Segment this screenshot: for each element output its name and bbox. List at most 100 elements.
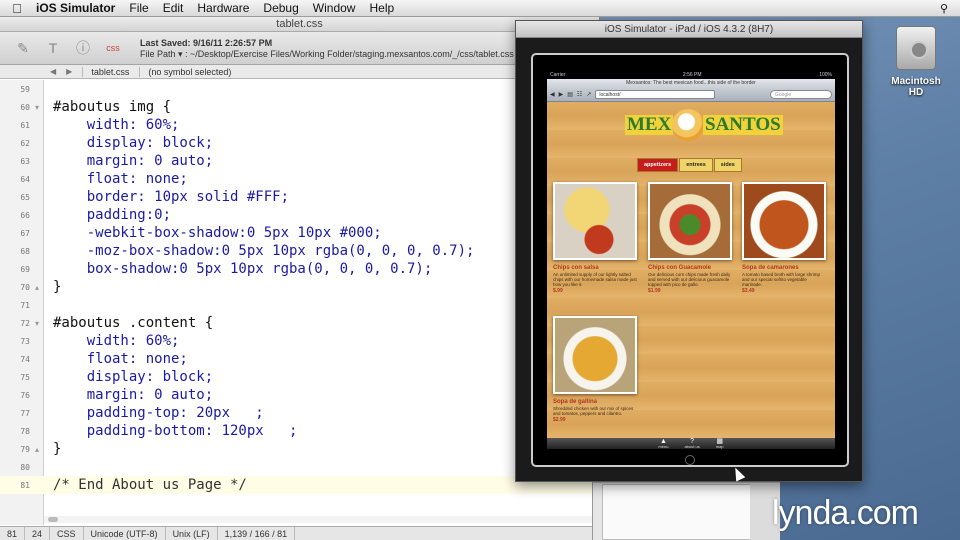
info-icon[interactable]: ⓘ [72,38,94,58]
editor-navbar: ◀ ▶ tablet.css (no symbol selected) [0,65,599,79]
line-number: 71 [20,300,30,310]
menu-debug[interactable]: Debug [256,0,305,17]
status-encoding[interactable]: Unicode (UTF-8) [84,526,166,540]
nav-file[interactable]: tablet.css [82,66,129,77]
bookmarks-icon[interactable]: ☷ [577,91,582,98]
logo-face-icon [672,109,704,141]
line-number: 72 [20,318,30,328]
fold-end-icon[interactable]: ▴ [30,283,44,292]
line-number: 62 [20,138,30,148]
home-button[interactable] [685,455,695,465]
fold-end-icon[interactable]: ▴ [30,445,44,454]
code-line: 72 ▾ #aboutus .content { [0,314,599,332]
menu-help[interactable]: Help [362,0,401,17]
menu-window[interactable]: Window [306,0,363,17]
code-line: 75 display: block; [0,368,599,386]
nav-symbol[interactable]: (no symbol selected) [139,66,231,77]
menu-card[interactable]: Chips con Guacamole Our delicious corn c… [648,182,732,294]
line-number: 80 [20,462,30,472]
menu-app-name[interactable]: iOS Simulator [34,0,122,17]
status-column: 24 [25,526,51,540]
card-description: A tomato based broth with large shrimp a… [742,272,821,287]
tab-sides[interactable]: sides [713,158,742,172]
code-line: 80 [0,458,599,476]
forward-icon[interactable]: ▶ [559,91,564,98]
code-line: 63 margin: 0 auto; [0,152,599,170]
tab-appetizers[interactable]: appetizers [637,158,679,172]
nav-forward-icon[interactable]: ▶ [66,67,72,76]
text-tool-icon[interactable]: T [42,38,64,58]
tab-entrees[interactable]: entrees [679,158,713,172]
card-title: Sopa de camarones [742,265,799,271]
code-area[interactable]: 59 60 ▾ #aboutus img { 61 width: 60%; 62 d… [0,80,599,525]
line-number: 75 [20,372,30,382]
horizontal-scrollbar[interactable] [44,516,599,523]
share-icon[interactable]: ↗ [586,91,591,98]
card-price: $2.99 [553,417,566,423]
pencil-icon[interactable]: ✎ [12,38,34,58]
css-file-icon[interactable]: css [102,38,124,58]
web-page: MEX SANTOS appetizers entrees sides Chip… [547,102,835,438]
line-number: 59 [20,84,30,94]
ipad-screen[interactable]: Carrier 2:56 PM 100% Mexsantos: The best… [547,71,835,449]
line-text: float: none; [53,171,188,187]
mexsantos-logo[interactable]: MEX SANTOS [625,109,783,141]
save-info: Last Saved: 9/16/11 2:26:57 PM File Path… [140,38,514,60]
card-title: Chips con salsa [553,265,599,271]
status-counts: 1,139 / 166 / 81 [218,526,296,540]
menu-card[interactable]: Chips con salsa An unlimited supply of o… [553,182,637,294]
toolbar-about-label: about us [684,443,700,449]
last-saved: Last Saved: 9/16/11 2:26:57 PM [140,38,273,48]
line-text: padding-top: 20px ; [53,405,264,421]
fold-icon[interactable]: ▾ [30,103,44,112]
hard-drive-icon[interactable] [896,26,936,70]
simulator-title: iOS Simulator - iPad / iOS 4.3.2 (8H7) [516,21,862,38]
line-number: 78 [20,426,30,436]
spotlight-icon[interactable]: ⚲ [940,2,948,15]
code-line: 79 ▴} [0,440,599,458]
toolbar-about[interactable]: ? about us [684,438,700,449]
menu-file[interactable]: File [122,0,155,17]
editor-title: tablet.css [0,17,599,32]
sopa-camarones-photo [742,182,826,260]
line-text: float: none; [53,351,188,367]
toolbar-menu[interactable]: ▲ menu [658,438,669,449]
status-language[interactable]: CSS [50,526,84,540]
line-text: margin: 0 auto; [53,153,214,169]
menu-card[interactable]: Sopa de camarones A tomato based broth w… [742,182,826,294]
line-text: border: 10px solid #FFF; [53,189,290,205]
card-description: Shredded chicken with our mix of spices … [553,406,634,416]
line-text: padding-bottom: 120px ; [53,423,298,439]
menu-hardware[interactable]: Hardware [190,0,256,17]
code-line: 71 [0,296,599,314]
menu-card[interactable]: Sopa de gallina Shredded chicken with ou… [553,316,637,423]
nav-back-icon[interactable]: ◀ [50,67,56,76]
status-line-endings[interactable]: Unix (LF) [166,526,218,540]
line-number: 73 [20,336,30,346]
card-title: Chips con Guacamole [648,265,712,271]
search-field[interactable]: Google [770,90,832,99]
line-number: 76 [20,390,30,400]
line-text: display: block; [53,369,214,385]
apple-icon[interactable]:  [0,1,34,16]
back-icon[interactable]: ◀ [550,91,555,98]
url-field[interactable]: localhost/ [595,90,716,99]
menu-edit[interactable]: Edit [156,0,191,17]
file-path[interactable]: File Path ▾ : ~/Desktop/Exercise Files/W… [140,49,514,60]
menu-tabs: appetizers entrees sides [637,158,742,172]
code-line: 78 padding-bottom: 120px ; [0,422,599,440]
card-price: $3.49 [742,288,755,294]
card-price: $.99 [553,288,563,294]
line-number: 63 [20,156,30,166]
line-number: 70 [20,282,30,292]
code-line: 69 box-shadow:0 5px 10px rgba(0, 0, 0, 0… [0,260,599,278]
scroll-thumb[interactable] [48,517,58,522]
fold-icon[interactable]: ▾ [30,319,44,328]
line-number: 79 [20,444,30,454]
pages-icon[interactable]: ▤ [567,91,573,98]
toolbar-menu-label: menu [658,443,669,449]
macintosh-hd[interactable]: Macintosh HD [884,26,948,98]
ipad-frame: Carrier 2:56 PM 100% Mexsantos: The best… [531,53,849,467]
line-text: padding:0; [53,207,172,223]
toolbar-map[interactable]: ▦ map [716,438,724,449]
